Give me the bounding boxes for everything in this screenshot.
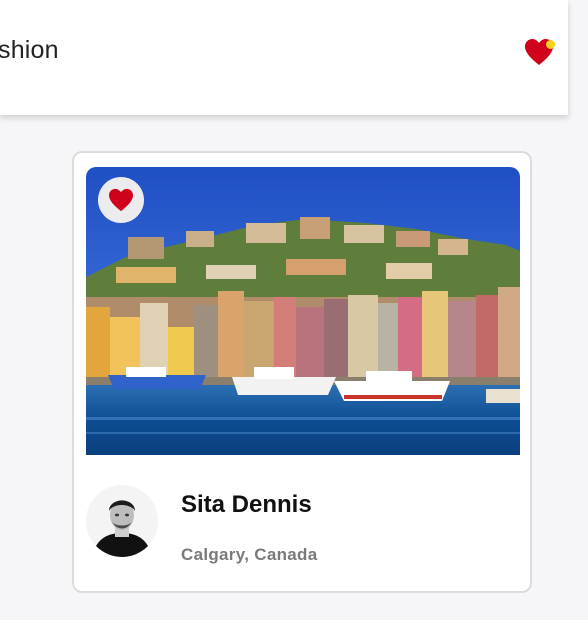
post-card[interactable]: Sita Dennis Calgary, Canada: [72, 151, 532, 593]
top-bar: shion: [0, 0, 568, 115]
avatar-photo: [86, 485, 158, 557]
user-name[interactable]: Sita Dennis: [181, 491, 312, 519]
avatar[interactable]: [86, 485, 158, 557]
user-location: Calgary, Canada: [181, 545, 318, 564]
app-title: shion: [0, 36, 59, 64]
photo-favorite-button[interactable]: [98, 177, 144, 223]
harbor-photo: [86, 167, 520, 455]
post-photo[interactable]: [86, 167, 520, 455]
favorites-button[interactable]: [524, 36, 558, 68]
notification-dot: [546, 40, 555, 49]
heart-icon: [109, 188, 133, 212]
